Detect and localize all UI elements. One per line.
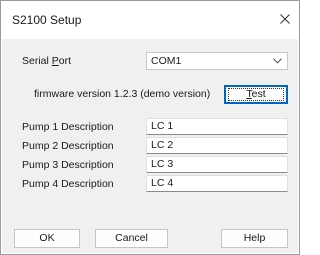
serial-port-select[interactable]: COM1 bbox=[146, 52, 288, 70]
title-bar: S2100 Setup bbox=[1, 1, 299, 39]
serial-port-label: Serial Port bbox=[22, 55, 72, 67]
pump-3-description-input[interactable]: LC 3 bbox=[146, 156, 288, 173]
close-icon bbox=[280, 14, 290, 24]
pump-3-value: LC 3 bbox=[151, 158, 174, 170]
pump-2-label: Pump 2 Description bbox=[22, 140, 114, 152]
pump-1-description-input[interactable]: LC 1 bbox=[146, 118, 288, 135]
pump-1-label: Pump 1 Description bbox=[22, 121, 114, 133]
chevron-down-icon bbox=[273, 58, 282, 64]
cancel-button[interactable]: Cancel bbox=[95, 229, 168, 248]
window-title: S2100 Setup bbox=[12, 13, 82, 27]
pump-4-label: Pump 4 Description bbox=[22, 178, 114, 190]
pump-1-value: LC 1 bbox=[151, 120, 174, 132]
dialog-body: Serial Port COM1 firmware version 1.2.3 … bbox=[2, 39, 298, 253]
pump-4-value: LC 4 bbox=[151, 177, 174, 189]
pump-2-value: LC 2 bbox=[151, 139, 174, 151]
test-button[interactable]: Test bbox=[224, 85, 288, 104]
ok-button[interactable]: OK bbox=[14, 229, 80, 248]
help-button[interactable]: Help bbox=[221, 229, 288, 248]
test-button-label: Test bbox=[246, 88, 266, 100]
pump-4-description-input[interactable]: LC 4 bbox=[146, 175, 288, 192]
firmware-version-text: firmware version 1.2.3 (demo version) bbox=[34, 88, 211, 100]
pump-2-description-input[interactable]: LC 2 bbox=[146, 137, 288, 154]
setup-dialog: S2100 Setup Serial Port COM1 firmware ve… bbox=[0, 0, 300, 255]
close-button[interactable] bbox=[273, 7, 297, 31]
serial-port-value: COM1 bbox=[151, 55, 182, 67]
pump-3-label: Pump 3 Description bbox=[22, 159, 114, 171]
